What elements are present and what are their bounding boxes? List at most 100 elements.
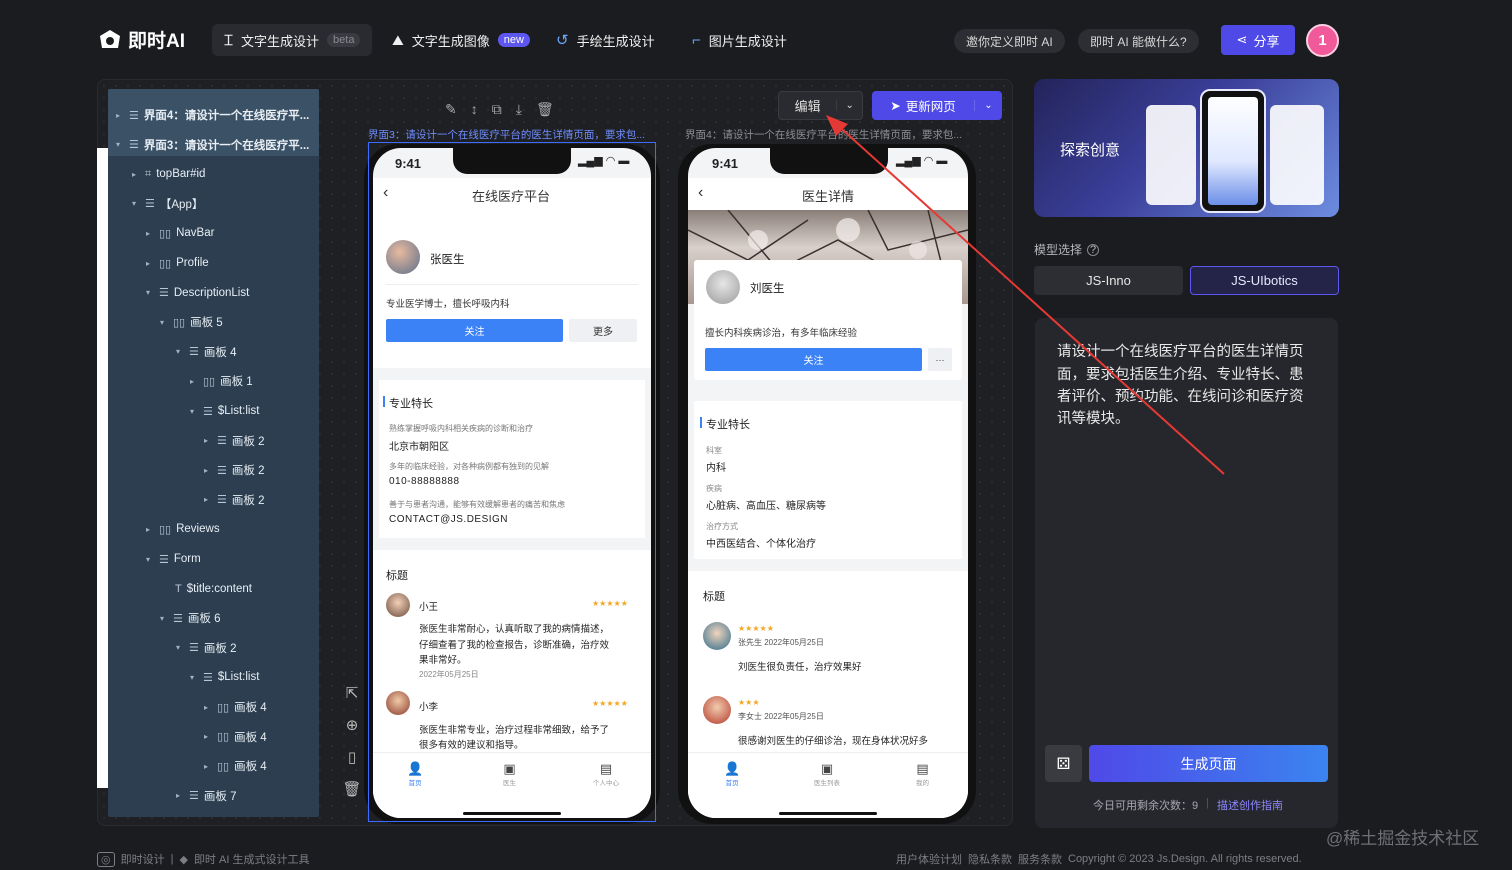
expand-arrow-icon[interactable]: ▸ <box>204 466 212 475</box>
tab-text-to-image[interactable]: ⛰ 文字生成图像 new <box>380 24 542 56</box>
pointer-icon[interactable]: ⇱ <box>346 684 359 702</box>
expand-arrow-icon[interactable]: ▸ <box>116 111 124 120</box>
generate-page-button[interactable]: 生成页面 <box>1089 745 1328 782</box>
layer-tree-item[interactable]: ▾ ☰ 画板 6 <box>160 607 220 629</box>
layer-tree-item[interactable]: ▸ ⌗ topBar#id <box>132 163 205 185</box>
expand-arrow-icon[interactable]: ▸ <box>176 791 184 800</box>
expand-arrow-icon[interactable]: ▸ <box>204 762 212 771</box>
frame-label-3[interactable]: 界面3：请设计一个在线医疗平台的医生详情页面，要求包... <box>368 127 645 142</box>
back-icon[interactable]: ‹ <box>383 184 388 202</box>
download-icon[interactable]: ⤓ <box>516 101 522 118</box>
footer-brand[interactable]: 即时设计 <box>121 851 165 867</box>
resize-vertical-icon[interactable]: ↕ <box>471 101 478 118</box>
layer-label: 画板 5 <box>190 317 223 330</box>
tab-text-to-design[interactable]: ⌶ 文字生成设计 beta <box>212 24 373 56</box>
layer-tree-item[interactable]: ▸ ▯▯ NavBar <box>146 222 214 244</box>
back-icon[interactable]: ‹ <box>698 184 703 202</box>
layer-tree-item[interactable]: ▾ ☰ DescriptionList <box>146 282 249 304</box>
share-button[interactable]: ⋖ 分享 <box>1221 25 1295 55</box>
tab-image-to-design[interactable]: ⌐ 图片生成设计 <box>680 24 799 56</box>
nav-profile[interactable]: ▤ 个人中心 <box>593 761 619 787</box>
layer-label: Reviews <box>176 523 220 536</box>
section-marker <box>700 417 702 428</box>
layer-tree-item[interactable]: ▸ ▯▯ Profile <box>146 252 209 274</box>
tab-sketch-to-design[interactable]: ↺ 手绘生成设计 <box>544 24 667 56</box>
expand-arrow-icon[interactable]: ▾ <box>160 614 168 623</box>
layer-tree-item[interactable]: ▾ ☰ 画板 2 <box>176 637 236 659</box>
what-can-ai-do-button[interactable]: 即时 AI 能做什么? <box>1078 29 1199 53</box>
follow-button[interactable]: 关注 <box>386 319 563 342</box>
copy-icon[interactable]: ⧉ <box>492 101 502 118</box>
app-logo[interactable]: 即时AI <box>98 26 185 53</box>
layer-type-icon: ☰ <box>203 405 213 418</box>
layer-tree-item[interactable]: ▾ ☰ $List:list <box>190 400 259 422</box>
brush-icon[interactable]: ✎ <box>445 101 457 118</box>
share-icon: ⋖ <box>1236 32 1248 47</box>
layer-tree-item[interactable]: ▾ ☰ 【App】 <box>132 193 203 215</box>
guide-link[interactable]: 描述创作指南 <box>1217 797 1283 813</box>
nav-doctor-list[interactable]: ▣ 医生列表 <box>814 761 840 787</box>
expand-arrow-icon[interactable]: ▾ <box>132 199 140 208</box>
footer-link[interactable]: 隐私条款 <box>968 851 1012 867</box>
layer-label: 画板 2 <box>231 465 265 478</box>
review-text: 很感谢刘医生的仔细诊治，现在身体状况好多 <box>738 736 929 747</box>
home-indicator <box>463 812 561 815</box>
expand-arrow-icon[interactable]: ▸ <box>204 436 212 445</box>
layer-tree-item[interactable]: ▸ ☰ 画板 2 <box>204 430 264 452</box>
expand-arrow-icon[interactable]: ▸ <box>146 229 154 238</box>
expand-arrow-icon[interactable]: ▾ <box>176 643 184 652</box>
status-icons: ▂▄▆ ◠ ▬ <box>578 155 630 167</box>
mobile-icon[interactable]: ▯ <box>348 748 356 766</box>
delete-icon[interactable]: 🗑 <box>536 101 554 118</box>
layer-tree-item[interactable]: ▸ ☰ 界面4：请设计一个在线医疗平... <box>116 104 309 126</box>
expand-arrow-icon[interactable]: ▾ <box>176 347 184 356</box>
expand-arrow-icon[interactable]: ▸ <box>204 703 212 712</box>
layer-tree-item[interactable]: ▸ ▯▯ 画板 1 <box>190 370 253 392</box>
reviews-title: 标题 <box>703 591 725 603</box>
nav-home[interactable]: 👤 首页 <box>724 761 740 787</box>
expand-arrow-icon[interactable]: ▸ <box>204 495 212 504</box>
layer-tree-item[interactable]: T $title:content <box>162 578 252 600</box>
layer-tree-item[interactable]: ▸ ▯▯ 画板 4 <box>204 696 267 718</box>
expand-arrow-icon[interactable]: ▸ <box>146 525 154 534</box>
layer-tree-item[interactable]: ▸ ▯▯ 画板 4 <box>204 755 267 777</box>
nav-mine[interactable]: ▤ 我的 <box>916 761 929 787</box>
layer-tree-item[interactable]: ▾ ☰ 画板 4 <box>176 341 236 363</box>
nav-label: 个人中心 <box>593 780 619 787</box>
layer-tree-item[interactable]: ▾ ☰ 界面3：请设计一个在线医疗平... <box>108 133 319 156</box>
expand-arrow-icon[interactable]: ▾ <box>190 673 198 682</box>
expand-arrow-icon[interactable]: ▸ <box>204 732 212 741</box>
dice-random-button[interactable]: ⚄ <box>1045 745 1082 782</box>
nav-home[interactable]: 👤 首页 <box>407 761 423 787</box>
footer-link[interactable]: 用户体验计划 <box>896 851 962 867</box>
layer-tree-item[interactable]: ▸ ▯▯ Reviews <box>146 518 220 540</box>
expand-arrow-icon[interactable]: ▸ <box>132 170 140 179</box>
expand-arrow-icon[interactable]: ▾ <box>116 140 124 149</box>
expand-arrow-icon[interactable]: ▸ <box>146 259 154 268</box>
review-date: 2022年05月25日 <box>419 670 479 679</box>
layer-tree-item[interactable]: ▾ ▯▯ 画板 5 <box>160 311 223 333</box>
expand-arrow-icon[interactable]: ▾ <box>146 555 154 564</box>
footer-link[interactable]: 服务条款 <box>1018 851 1062 867</box>
page-title: 在线医疗平台 <box>472 189 551 204</box>
footer-tagline[interactable]: 即时 AI 生成式设计工具 <box>194 851 310 867</box>
layer-tree-item[interactable]: ▸ ☰ 画板 7 <box>176 785 236 807</box>
nav-doctor[interactable]: ▣ 医生 <box>503 761 516 787</box>
expand-arrow-icon[interactable]: ▾ <box>160 318 168 327</box>
invite-button[interactable]: 邀你定义即时 AI <box>954 29 1065 53</box>
expand-arrow-icon[interactable]: ▾ <box>190 407 198 416</box>
layer-tree-item[interactable]: ▾ ☰ Form <box>146 548 201 570</box>
trash-icon[interactable]: 🗑 <box>342 780 361 798</box>
layer-label: 界面4：请设计一个在线医疗平... <box>143 110 310 122</box>
more-button[interactable]: 更多 <box>569 319 637 342</box>
expand-arrow-icon[interactable]: ▾ <box>146 288 154 297</box>
share-label: 分享 <box>1253 33 1280 49</box>
user-avatar[interactable]: 1 <box>1306 24 1339 57</box>
layer-tree-item[interactable]: ▸ ☰ 画板 2 <box>204 489 264 511</box>
layer-tree-item[interactable]: ▸ ▯▯ 画板 4 <box>204 726 267 748</box>
layer-tree-item[interactable]: ▸ ☰ 画板 2 <box>204 459 264 481</box>
tab-label: 图片生成设计 <box>708 33 787 49</box>
expand-arrow-icon[interactable]: ▸ <box>190 377 198 386</box>
layer-tree-item[interactable]: ▾ ☰ $List:list <box>190 666 259 688</box>
target-icon[interactable]: ⊕ <box>346 716 359 734</box>
